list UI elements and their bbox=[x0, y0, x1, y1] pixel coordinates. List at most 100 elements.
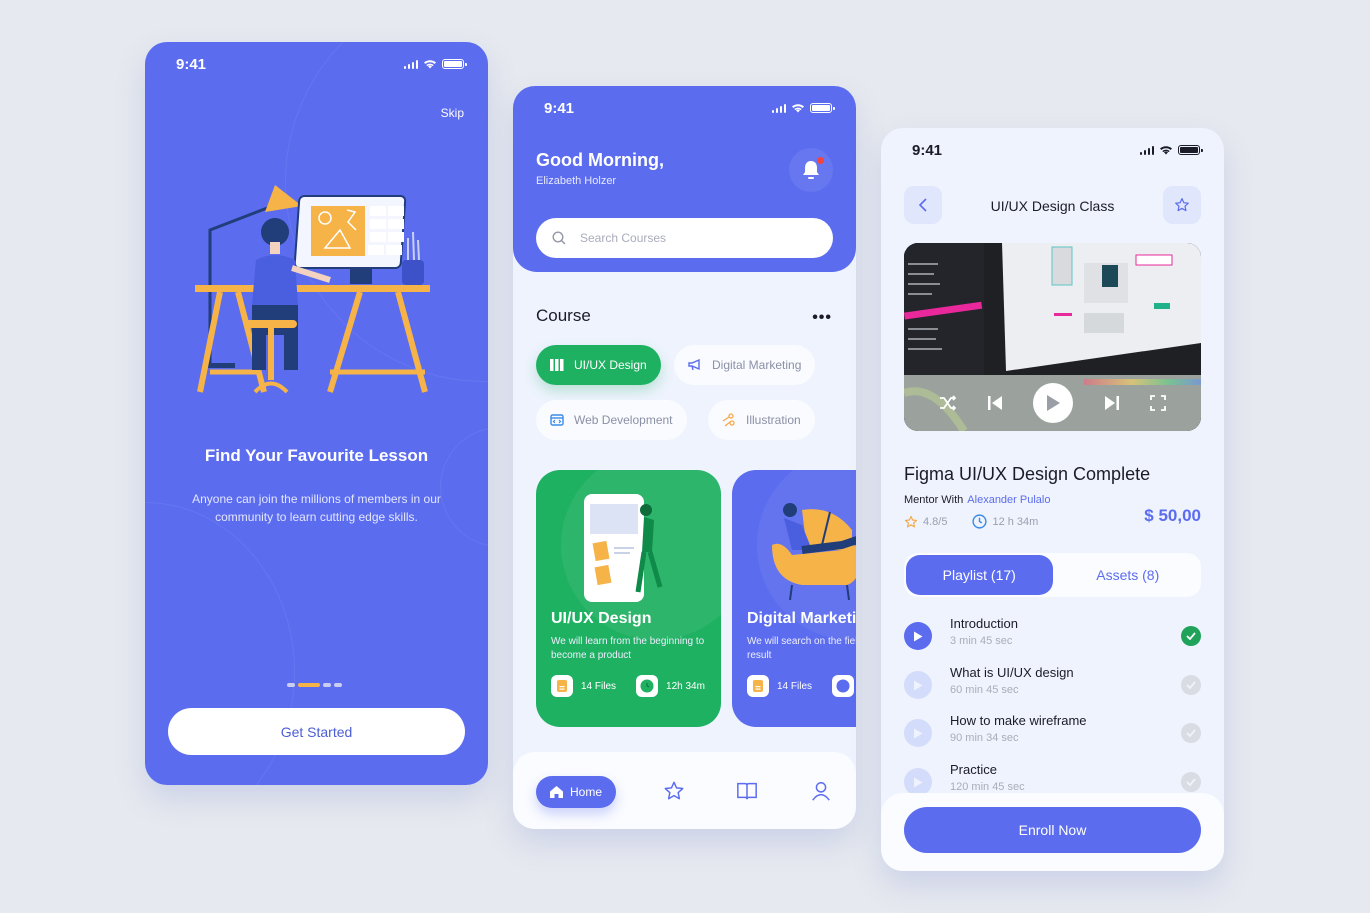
duration: 12h 34m bbox=[666, 680, 705, 692]
notification-button[interactable] bbox=[789, 148, 833, 192]
enroll-now-button[interactable]: Enroll Now bbox=[904, 807, 1201, 853]
favorite-button[interactable] bbox=[1163, 186, 1201, 224]
nav-home-button[interactable]: Home bbox=[536, 776, 616, 808]
chip-label: UI/UX Design bbox=[574, 358, 647, 372]
wifi-icon bbox=[1160, 146, 1172, 155]
video-player[interactable] bbox=[904, 243, 1201, 431]
play-icon[interactable] bbox=[904, 671, 932, 699]
status-bar: 9:41 bbox=[513, 86, 856, 126]
course-card-digital-marketing[interactable]: Digital Marketing We will search on the … bbox=[732, 470, 856, 727]
skip-forward-icon[interactable] bbox=[1104, 395, 1120, 411]
chip-label: Illustration bbox=[746, 413, 801, 427]
desk-illustration bbox=[195, 185, 430, 394]
nav-home-label: Home bbox=[569, 785, 602, 799]
bottom-nav: Home bbox=[513, 752, 856, 829]
tab-playlist[interactable]: Playlist (17) bbox=[906, 555, 1053, 595]
lesson-item[interactable]: How to make wireframe 90 min 34 sec bbox=[904, 713, 1201, 757]
section-title: Course bbox=[536, 306, 591, 325]
card-title: Digital Marketing bbox=[747, 610, 856, 627]
page-indicator bbox=[287, 683, 342, 687]
clock-icon bbox=[972, 514, 988, 529]
tab-assets[interactable]: Assets (8) bbox=[1055, 553, 1202, 597]
home-header: 9:41 Good Morning, Elizabeth Holzer bbox=[513, 86, 856, 272]
category-chip-illustration[interactable]: Illustration bbox=[708, 400, 815, 440]
play-icon[interactable] bbox=[904, 622, 932, 650]
course-name: Figma UI/UX Design Complete bbox=[904, 464, 1151, 484]
rating: 4.8/5 bbox=[923, 515, 948, 528]
file-count: 14 Files bbox=[777, 680, 813, 692]
enroll-footer: Enroll Now bbox=[881, 793, 1224, 871]
battery-icon bbox=[442, 59, 467, 69]
lesson-title: Introduction bbox=[950, 616, 1018, 631]
mentor-line: Mentor With Alexander Pulalo bbox=[904, 494, 1050, 506]
battery-icon bbox=[1178, 145, 1203, 155]
category-chip-digital-marketing[interactable]: Digital Marketing bbox=[674, 345, 816, 385]
skip-link[interactable]: Skip bbox=[441, 106, 464, 120]
lesson-title: How to make wireframe bbox=[950, 713, 1087, 728]
play-icon[interactable] bbox=[904, 719, 932, 747]
search-bar[interactable] bbox=[536, 218, 833, 258]
search-input[interactable] bbox=[580, 231, 800, 245]
page-dot[interactable] bbox=[334, 683, 342, 687]
card-title: UI/UX Design bbox=[551, 610, 652, 627]
phone-illustration bbox=[584, 494, 663, 602]
lesson-duration: 60 min 45 sec bbox=[950, 684, 1019, 696]
chair-illustration bbox=[772, 503, 856, 600]
lesson-duration: 120 min 45 sec bbox=[950, 781, 1025, 793]
check-icon bbox=[1181, 675, 1201, 695]
card-meta: 14 Files 12h 34m bbox=[551, 675, 705, 697]
status-time: 9:41 bbox=[912, 142, 943, 159]
onboarding-title: Find Your Favourite Lesson bbox=[204, 446, 429, 465]
check-icon bbox=[1181, 626, 1201, 646]
price: $ 50,00 bbox=[1144, 506, 1201, 525]
onboarding-screen: 9:41 Skip Find Your Favourite Lesson Any… bbox=[145, 42, 488, 785]
more-options-button[interactable]: ••• bbox=[812, 309, 832, 327]
greeting: Good Morning, bbox=[536, 150, 664, 170]
star-icon[interactable] bbox=[663, 780, 685, 802]
course-detail-screen: 9:41 UI/UX Design Class Figma UI/UX Desi… bbox=[881, 128, 1224, 871]
page-dot[interactable] bbox=[287, 683, 295, 687]
mentor-name-link[interactable]: Alexander Pulalo bbox=[967, 494, 1050, 506]
page-dot-active[interactable] bbox=[298, 683, 320, 687]
mentor-prefix: Mentor With bbox=[904, 494, 964, 506]
file-count: 14 Files bbox=[581, 680, 617, 692]
home-icon bbox=[549, 786, 563, 798]
skip-back-icon[interactable] bbox=[987, 395, 1003, 411]
home-screen: 9:41 Good Morning, Elizabeth Holzer Cour… bbox=[513, 86, 856, 829]
total-duration: 12 h 34m bbox=[992, 515, 1039, 528]
play-button[interactable] bbox=[1033, 383, 1074, 423]
video-controls bbox=[904, 375, 1201, 431]
fullscreen-icon[interactable] bbox=[1149, 395, 1166, 411]
lesson-item[interactable]: Introduction 3 min 45 sec bbox=[904, 616, 1201, 660]
signal-icon bbox=[1139, 145, 1154, 155]
file-icon bbox=[747, 675, 769, 697]
lesson-duration: 3 min 45 sec bbox=[950, 635, 1013, 647]
lesson-title: Practice bbox=[950, 762, 997, 777]
card-description: We will learn from the beginning to beco… bbox=[551, 636, 705, 661]
play-icon[interactable] bbox=[904, 768, 932, 796]
category-chip-ui-ux[interactable]: UI/UX Design bbox=[536, 345, 661, 385]
lesson-duration: 90 min 34 sec bbox=[950, 732, 1019, 744]
battery-icon bbox=[810, 103, 835, 113]
shuffle-icon[interactable] bbox=[939, 395, 957, 411]
category-chip-web-development[interactable]: Web Development bbox=[536, 400, 687, 440]
star-icon bbox=[1175, 198, 1189, 212]
get-started-button[interactable]: Get Started bbox=[168, 708, 465, 755]
detail-tabs: Playlist (17) Assets (8) bbox=[904, 553, 1201, 597]
status-bar: 9:41 bbox=[881, 128, 1224, 168]
page-dot[interactable] bbox=[323, 683, 331, 687]
user-icon[interactable] bbox=[810, 780, 832, 802]
chip-label: Digital Marketing bbox=[712, 358, 802, 372]
search-icon bbox=[552, 231, 566, 245]
wifi-icon bbox=[792, 104, 804, 113]
book-icon[interactable] bbox=[736, 780, 758, 802]
course-card-ui-ux[interactable]: UI/UX Design We will learn from the begi… bbox=[536, 470, 721, 727]
status-time: 9:41 bbox=[176, 56, 207, 73]
decorative-circle bbox=[440, 427, 488, 547]
card-description: We will search on the field to find resu… bbox=[747, 636, 856, 661]
chip-label: Web Development bbox=[574, 413, 673, 427]
columns-icon bbox=[550, 359, 564, 371]
file-icon bbox=[551, 675, 573, 697]
clock-icon bbox=[636, 675, 659, 697]
lesson-item[interactable]: What is UI/UX design 60 min 45 sec bbox=[904, 665, 1201, 709]
